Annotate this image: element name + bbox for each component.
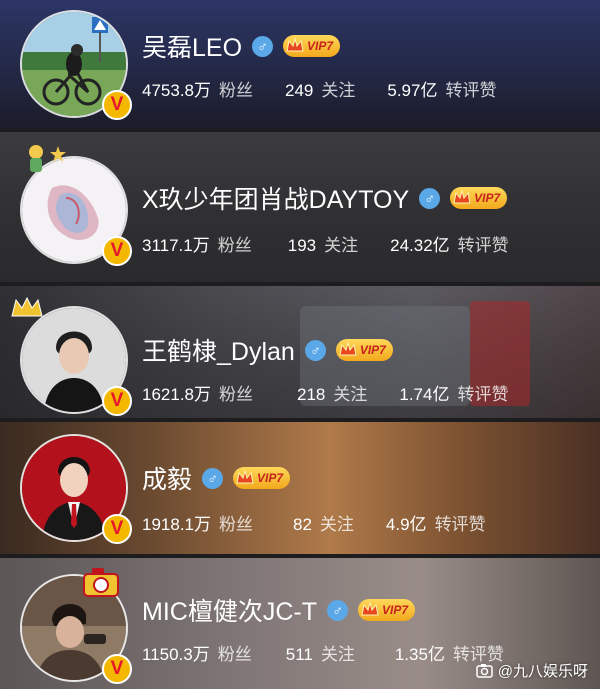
verified-badge-icon: V (102, 514, 132, 544)
verified-badge-icon: V (102, 90, 132, 120)
profile-card[interactable]: V 吴磊LEO ♂ VIP7 4753.8万 粉丝 249 关注 5.97亿 转… (0, 0, 600, 128)
followers-count[interactable]: 3117.1万 (142, 231, 210, 256)
followers-label: 粉丝 (217, 645, 252, 664)
interactions-count: 24.32亿 (390, 236, 450, 255)
followers-label: 粉丝 (219, 515, 253, 534)
profile-card[interactable]: V 王鹤棣_Dylan ♂ VIP7 1621.8万 粉丝 218 关注 1.7… (0, 286, 600, 418)
avatar[interactable]: V (20, 145, 132, 266)
avatar[interactable]: V (20, 434, 132, 544)
profile-name[interactable]: 吴磊LEO (142, 28, 242, 64)
profile-name[interactable]: 王鹤棣_Dylan (142, 332, 295, 368)
following-label: 关注 (319, 515, 354, 534)
vip-level: VIP7 (359, 343, 386, 357)
following-label: 关注 (321, 81, 356, 100)
following-count[interactable]: 249 (285, 81, 313, 101)
interactions-count: 1.35亿 (394, 645, 445, 664)
following-count[interactable]: 511 (286, 645, 313, 665)
crown-icon (286, 37, 304, 52)
vip-badge[interactable]: VIP7 (233, 467, 291, 489)
avatar[interactable]: V (20, 10, 132, 120)
watermark-text: @九八娱乐呀 (497, 663, 588, 680)
followers-label: 粉丝 (219, 385, 253, 404)
following-label: 关注 (320, 645, 355, 664)
verified-badge-icon: V (102, 386, 132, 416)
interactions-label: 转评赞 (434, 515, 486, 534)
verified-badge-icon: V (102, 654, 132, 684)
interactions-label: 转评赞 (457, 385, 509, 404)
profile-name[interactable]: X玖少年团肖战DAYTOY (142, 180, 409, 216)
profile-name[interactable]: MIC檀健次JC-T (142, 592, 317, 628)
crown-icon (339, 341, 357, 356)
following-count[interactable]: 218 (297, 385, 325, 405)
vip-badge[interactable]: VIP7 (357, 599, 415, 621)
followers-count[interactable]: 1150.3万 (142, 640, 210, 665)
vip-badge[interactable]: VIP7 (450, 187, 508, 209)
crown-icon (361, 601, 379, 616)
crown-icon (453, 189, 471, 204)
profile-name[interactable]: 成毅 (142, 460, 192, 496)
camera-sticker-icon (83, 568, 119, 597)
followers-label: 粉丝 (217, 236, 252, 255)
following-count[interactable]: 82 (293, 515, 312, 535)
profile-card[interactable]: V MIC檀健次JC-T ♂ VIP7 1150.3万 粉丝 511 关注 1.… (0, 558, 600, 689)
male-icon: ♂ (252, 35, 274, 57)
followers-label: 粉丝 (219, 81, 253, 100)
vip-level: VIP7 (307, 39, 334, 53)
followers-count[interactable]: 1918.1万 (142, 510, 211, 535)
vip-level: VIP7 (257, 471, 284, 485)
profile-card[interactable]: V X玖少年团肖战DAYTOY ♂ VIP7 3117.1万 粉丝 193 关注… (0, 132, 600, 282)
interactions-count: 5.97亿 (387, 81, 438, 100)
little-prince-sticker-icon (29, 145, 66, 172)
followers-count[interactable]: 4753.8万 (142, 76, 211, 101)
camera-icon (476, 664, 493, 678)
following-count[interactable]: 193 (288, 236, 316, 256)
vip-badge[interactable]: VIP7 (335, 339, 393, 361)
profile-list: V 吴磊LEO ♂ VIP7 4753.8万 粉丝 249 关注 5.97亿 转… (0, 0, 600, 689)
vip-level: VIP7 (474, 191, 501, 205)
profile-card[interactable]: V 成毅 ♂ VIP7 1918.1万 粉丝 82 关注 4.9亿 转评赞 (0, 422, 600, 554)
male-icon: ♂ (326, 599, 348, 621)
vip-badge[interactable]: VIP7 (283, 35, 341, 57)
avatar[interactable]: V (11, 296, 132, 416)
interactions-count: 1.74亿 (399, 385, 450, 404)
male-icon: ♂ (202, 467, 224, 489)
interactions-label: 转评赞 (445, 81, 497, 100)
followers-count[interactable]: 1621.8万 (142, 380, 211, 405)
watermark: @九八娱乐呀 (476, 660, 588, 681)
crown-icon (236, 469, 254, 484)
interactions-label: 转评赞 (457, 236, 509, 255)
avatar[interactable]: V (20, 568, 132, 684)
vip-level: VIP7 (381, 603, 408, 617)
interactions-count: 4.9亿 (385, 515, 427, 534)
male-icon: ♂ (419, 187, 441, 209)
crown-sticker-icon (11, 296, 43, 317)
following-label: 关注 (333, 385, 368, 404)
male-icon: ♂ (304, 339, 326, 361)
verified-badge-icon: V (102, 236, 132, 266)
following-label: 关注 (324, 236, 359, 255)
